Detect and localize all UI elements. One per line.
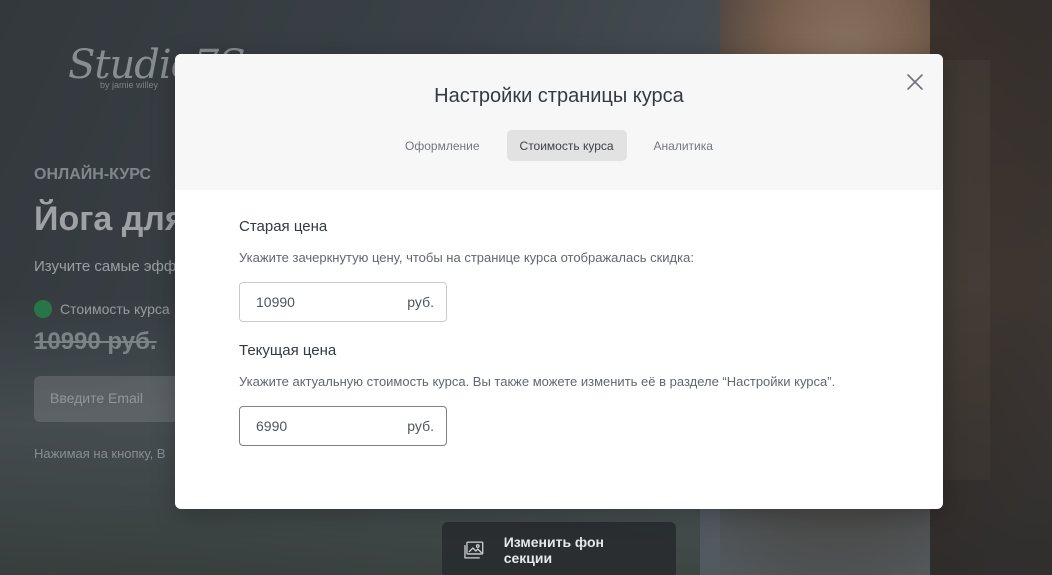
modal-header: Настройки страницы курса Оформление Стои… xyxy=(175,54,943,190)
tab-design[interactable]: Оформление xyxy=(392,130,492,161)
current-price-description: Укажите актуальную стоимость курса. Вы т… xyxy=(239,374,836,389)
old-price-value[interactable]: 10990 xyxy=(256,294,295,310)
close-icon[interactable] xyxy=(905,72,925,92)
old-price-unit: руб. xyxy=(407,294,434,310)
current-price-unit: руб. xyxy=(407,418,434,434)
change-background-button[interactable]: Изменить фон секции xyxy=(442,522,676,575)
tab-course-price[interactable]: Стоимость курса xyxy=(506,130,627,161)
old-price-title: Старая цена xyxy=(239,218,328,235)
current-price-title: Текущая цена xyxy=(239,342,337,359)
course-settings-modal: Настройки страницы курса Оформление Стои… xyxy=(175,54,943,509)
image-icon xyxy=(464,541,484,559)
modal-title: Настройки страницы курса xyxy=(434,85,684,107)
current-price-value[interactable]: 6990 xyxy=(256,418,287,434)
old-price-input[interactable]: 10990 руб. xyxy=(239,282,447,322)
modal-tabs: Оформление Стоимость курса Аналитика xyxy=(175,130,943,161)
change-background-label: Изменить фон секции xyxy=(503,534,605,566)
modal-body: Старая цена Укажите зачеркнутую цену, чт… xyxy=(175,190,943,446)
current-price-input[interactable]: 6990 руб. xyxy=(239,406,447,446)
old-price-description: Укажите зачеркнутую цену, чтобы на стран… xyxy=(239,250,694,265)
page: Studio7S by jamie willey ОНЛАЙН-КУРС Йог… xyxy=(0,0,1052,575)
tab-analytics[interactable]: Аналитика xyxy=(641,130,726,161)
